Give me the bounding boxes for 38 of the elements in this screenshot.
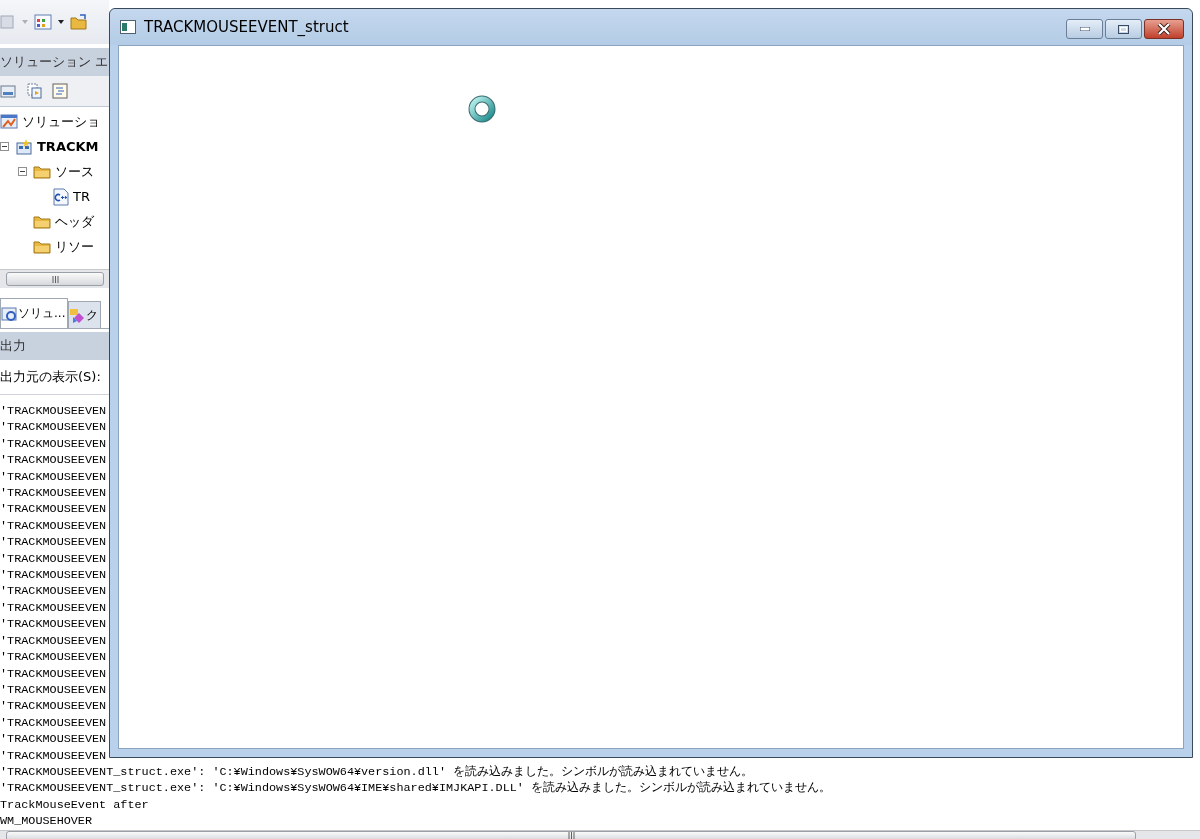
output-line: 'TRACKMOUSEEVEN (0, 468, 107, 486)
panel-tab[interactable]: ソリュ... (0, 298, 69, 328)
tree-item[interactable]: ソース (55, 162, 94, 181)
tree-item[interactable]: ヘッダ (55, 212, 94, 231)
field-label: 出力元の表示(S): (0, 368, 101, 386)
output-line: 'TRACKMOUSEEVEN (0, 714, 107, 732)
window-title: TRACKMOUSEEVENT_struct (144, 18, 349, 36)
tree-item[interactable]: ソリューショ (22, 112, 100, 131)
output-line: 'TRACKMOUSEEVEN (0, 747, 107, 764)
output-line: 'TRACKMOUSEEVENT_struct.exe': 'C:¥Windows¥SysWOW64¥IME¥shared¥IMJKAPI.DLL' を読み込みました。シンボルが読み込まれていません。 (0, 780, 831, 797)
output-line: 'TRACKMOUSEEVEN (0, 550, 107, 568)
output-line: 'TRACKMOUSEEVEN (0, 616, 107, 633)
tree-item[interactable]: TRACKM (37, 139, 99, 154)
output-line: 'TRACKMOUSEEVEN (0, 632, 107, 650)
tree-item[interactable]: TR (73, 189, 90, 204)
output-line: 'TRACKMOUSEEVEN (0, 517, 107, 535)
output-line: 'TRACKMOUSEEVEN (0, 485, 107, 502)
output-line: 'TRACKMOUSEEVEN (0, 681, 107, 699)
output-line: 'TRACKMOUSEEVEN (0, 435, 107, 453)
output-line: 'TRACKMOUSEEVEN (0, 501, 107, 518)
output-line: 'TRACKMOUSEEVEN (0, 731, 107, 748)
output-line: WM_MOUSEHOVER (0, 813, 93, 830)
tree-item[interactable]: リソー (55, 237, 94, 256)
output-line: 'TRACKMOUSEEVEN (0, 419, 107, 436)
pane-title: 出力 (0, 332, 109, 360)
output-line: 'TRACKMOUSEEVEN (0, 599, 107, 617)
output-line: TrackMouseEvent after (0, 796, 149, 814)
output-line: 'TRACKMOUSEEVEN (0, 403, 107, 420)
output-line: 'TRACKMOUSEEVEN (0, 665, 107, 682)
output-line: 'TRACKMOUSEEVEN (0, 649, 107, 666)
output-line: 'TRACKMOUSEEVEN (0, 452, 107, 469)
output-line: 'TRACKMOUSEEVEN (0, 567, 107, 584)
panel-tab[interactable]: ク (68, 301, 102, 328)
output-line: 'TRACKMOUSEEVEN (0, 583, 107, 600)
output-line: 'TRACKMOUSEEVENT_struct.exe': 'C:¥Windows¥SysWOW64¥version.dll' を読み込みました。シンボルが読み込まれていません。 (0, 763, 754, 781)
output-line: 'TRACKMOUSEEVEN (0, 698, 107, 715)
output-line: 'TRACKMOUSEEVEN (0, 534, 107, 551)
pane-title: ソリューション エ (0, 48, 109, 76)
